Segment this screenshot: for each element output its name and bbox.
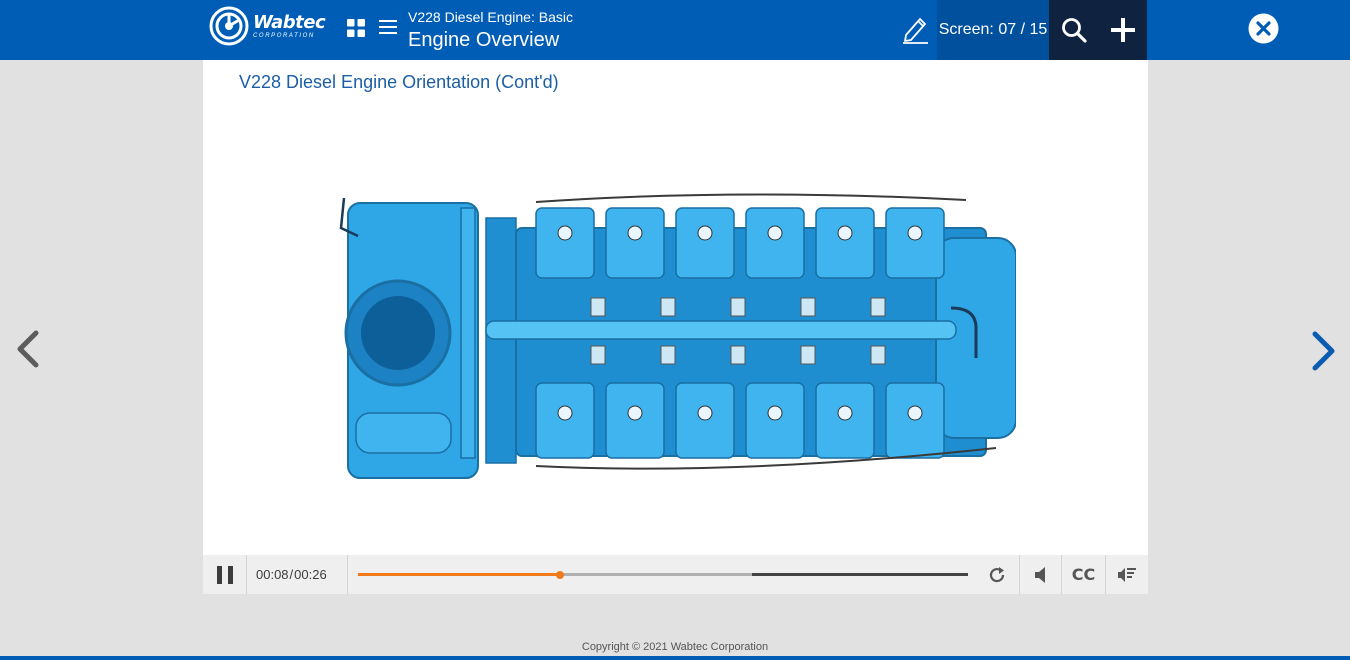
grid-icon[interactable] xyxy=(347,19,365,37)
divider xyxy=(347,555,348,594)
replay-icon[interactable] xyxy=(975,555,1019,594)
closed-captions-button[interactable]: CC xyxy=(1061,555,1105,594)
engine-image xyxy=(339,193,1016,479)
module-title: Engine Overview xyxy=(408,29,560,51)
content-panel: V228 Diesel Engine Orientation (Cont'd) xyxy=(203,60,1148,555)
logo-subtitle: CORPORATION xyxy=(253,32,315,39)
duration: 00:26 xyxy=(294,567,327,582)
seek-progress xyxy=(358,573,560,576)
transcript-icon[interactable] xyxy=(1105,555,1148,594)
hamburger-icon[interactable] xyxy=(379,17,397,37)
search-icon[interactable] xyxy=(1049,0,1098,60)
copyright: Copyright © 2021 Wabtec Corporation xyxy=(581,641,769,653)
top-header: Wabtec CORPORATION V228 Diesel Engine: B… xyxy=(0,0,1350,60)
screen-counter: Screen: 07 / 15 xyxy=(937,0,1049,60)
course-title: V228 Diesel Engine: Basic xyxy=(408,9,573,25)
seek-thumb[interactable] xyxy=(555,571,564,579)
wabtec-logo: Wabtec CORPORATION xyxy=(209,6,326,46)
pause-icon[interactable] xyxy=(203,555,247,594)
seek-bar[interactable] xyxy=(358,571,968,579)
time-display: 00:08/00:26 xyxy=(256,567,327,582)
current-time: 00:08 xyxy=(256,567,289,582)
pencil-icon[interactable] xyxy=(900,13,930,45)
plus-icon[interactable] xyxy=(1098,0,1147,60)
bottom-border xyxy=(0,656,1350,660)
logo-name: Wabtec xyxy=(253,11,326,33)
media-player-bar: 00:08/00:26 CC xyxy=(203,555,1148,594)
close-circle-icon[interactable] xyxy=(1248,13,1279,44)
volume-icon[interactable] xyxy=(1019,555,1061,594)
chevron-right-icon[interactable] xyxy=(1308,330,1338,372)
screen-title: V228 Diesel Engine Orientation (Cont'd) xyxy=(239,72,559,92)
time-separator: / xyxy=(289,567,294,582)
chevron-left-icon[interactable] xyxy=(14,329,42,369)
wabtec-logo-icon xyxy=(209,6,249,46)
